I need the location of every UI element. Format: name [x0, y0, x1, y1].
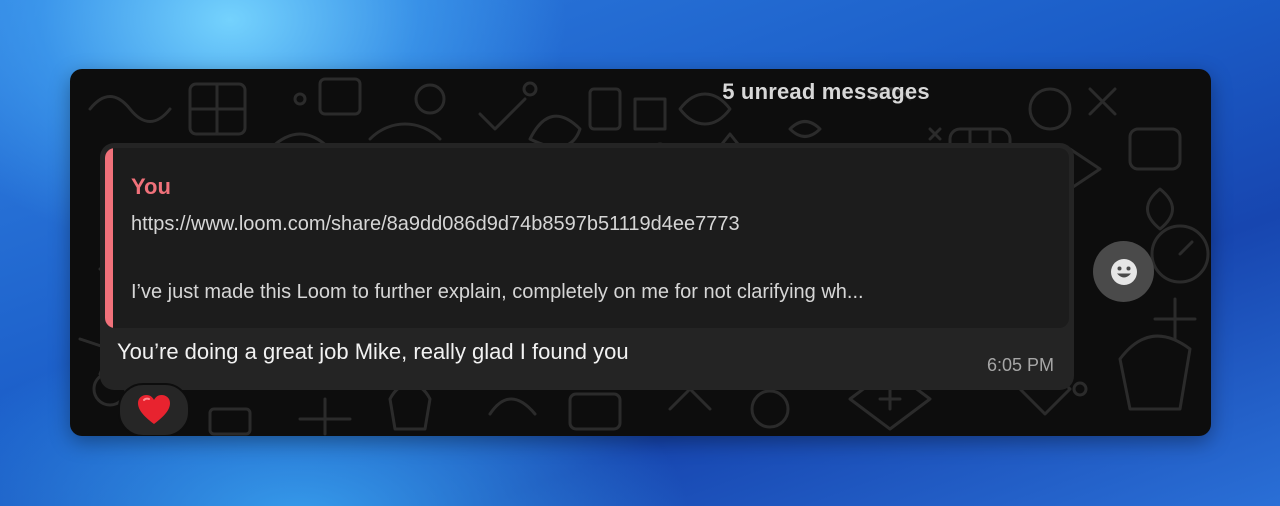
quoted-message[interactable]: You https://www.loom.com/share/8a9dd086d… [105, 148, 1069, 328]
unread-messages-banner: 5 unread messages [722, 79, 930, 104]
chat-window: 5 unread messages You https://www.loom.c… [70, 69, 1211, 436]
add-reaction-button[interactable] [1093, 241, 1154, 302]
quote-body-text: I’ve just made this Loom to further expl… [131, 281, 864, 303]
quote-accent-bar [105, 148, 113, 328]
message-text: You’re doing a great job Mike, really gl… [117, 339, 629, 364]
quote-link-text: https://www.loom.com/share/8a9dd086d9d74… [131, 213, 740, 235]
heart-icon [138, 395, 170, 424]
smiley-icon [1110, 258, 1137, 285]
quote-author: You [131, 174, 171, 199]
message-timestamp: 6:05 PM [986, 355, 1054, 375]
heart-reaction[interactable] [118, 383, 190, 436]
message-bubble[interactable]: You https://www.loom.com/share/8a9dd086d… [100, 143, 1074, 390]
